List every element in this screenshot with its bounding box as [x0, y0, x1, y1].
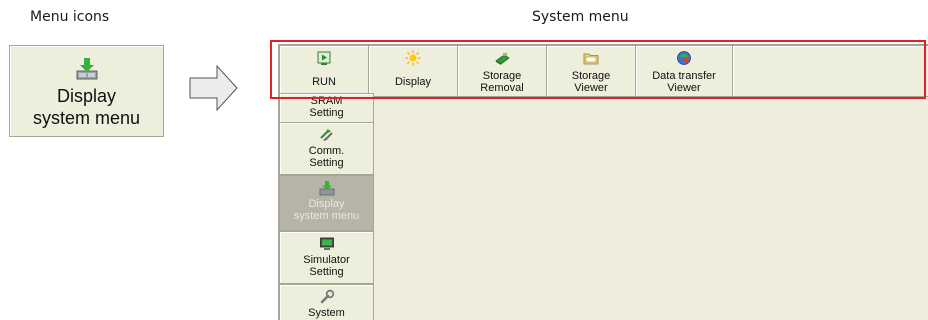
- storage-viewer-label-line2: Viewer: [574, 82, 608, 94]
- run-icon: [317, 51, 331, 65]
- toolbar-filler: [732, 45, 928, 97]
- sram-label-line1: SRAM: [310, 95, 343, 107]
- sidebar-item-simulator-setting[interactable]: Simulator Setting: [279, 231, 374, 284]
- storage-removal-label-line1: Storage: [482, 70, 522, 82]
- sidebar-item-display-system-menu[interactable]: Display system menu: [279, 175, 374, 231]
- data-transfer-icon: [677, 51, 691, 65]
- simulator-label-line2: Setting: [309, 266, 344, 278]
- display-system-menu-label-line1: Display: [308, 198, 345, 210]
- data-transfer-label-line2: Viewer: [667, 82, 701, 94]
- storage-removal-icon: [495, 53, 510, 65]
- sidebar-item-comm-setting[interactable]: Comm. Setting: [279, 122, 374, 175]
- data-transfer-label-line1: Data transfer: [652, 70, 716, 82]
- display-system-menu-icon-button[interactable]: Display system menu: [9, 45, 164, 137]
- system-label-line1: System: [308, 307, 345, 319]
- display-system-menu-label-line2: system menu: [293, 210, 360, 222]
- run-label: RUN: [312, 76, 336, 88]
- simulator-icon: [319, 237, 334, 250]
- sram-label-line2: Setting: [309, 107, 344, 119]
- comm-label-line2: Setting: [309, 157, 344, 169]
- caption-menu-icons: Menu icons: [30, 9, 110, 25]
- menu-icon-label-line1: Display: [56, 86, 117, 106]
- simulator-label-line1: Simulator: [303, 254, 350, 266]
- sidebar-item-system[interactable]: System: [279, 284, 374, 320]
- folder-icon: [583, 53, 599, 65]
- run-button[interactable]: RUN: [279, 45, 369, 97]
- storage-removal-label-line2: Removal: [480, 82, 524, 94]
- comm-label-line1: Comm.: [308, 145, 345, 157]
- storage-viewer-button[interactable]: Storage Viewer: [546, 45, 636, 97]
- storage-viewer-label-line1: Storage: [571, 70, 611, 82]
- sun-icon: [405, 50, 421, 66]
- display-system-menu-icon: [319, 181, 334, 196]
- menu-icon-label-line2: system menu: [32, 108, 141, 128]
- system-menu-screen: RUN Display Storage Removal Storage View…: [278, 44, 928, 320]
- data-transfer-viewer-button[interactable]: Data transfer Viewer: [635, 45, 733, 97]
- display-button[interactable]: Display: [368, 45, 458, 97]
- display-label: Display: [394, 76, 432, 88]
- caption-system-menu: System menu: [532, 9, 629, 25]
- storage-removal-button[interactable]: Storage Removal: [457, 45, 547, 97]
- sidebar-item-sram-setting[interactable]: SRAM Setting: [279, 93, 374, 123]
- system-menu-toolbar: RUN Display Storage Removal Storage View…: [279, 45, 928, 97]
- display-system-menu-icon: [76, 58, 97, 80]
- wrench-icon: [320, 289, 334, 304]
- right-arrow-icon: [189, 64, 238, 112]
- comm-icon: [319, 129, 333, 141]
